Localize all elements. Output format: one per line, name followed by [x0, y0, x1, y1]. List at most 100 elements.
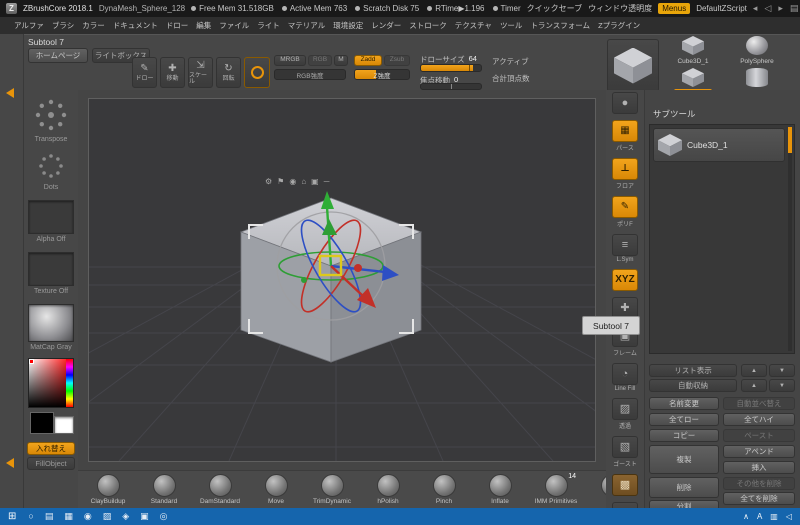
- menu-item[interactable]: Zプラグイン: [598, 20, 640, 31]
- network-icon[interactable]: ▥: [770, 512, 778, 521]
- auto-collapse-up-button[interactable]: ▲: [741, 379, 767, 392]
- menu-item[interactable]: カラー: [82, 20, 105, 31]
- focal-shift-slider[interactable]: [420, 83, 482, 90]
- brush-item[interactable]: hPolish: [360, 474, 416, 505]
- menu-item[interactable]: 編集: [196, 20, 211, 31]
- m-button[interactable]: M: [334, 55, 348, 66]
- menu-item[interactable]: ドロー: [166, 20, 189, 31]
- local-sym-button[interactable]: ≡: [612, 234, 638, 256]
- transparency-button[interactable]: ▨: [612, 398, 638, 420]
- switch-color-button[interactable]: 入れ替え: [27, 442, 75, 455]
- scale-mode-button[interactable]: ⇲ スケール: [188, 57, 213, 88]
- ghost-button[interactable]: ▧: [612, 436, 638, 458]
- brush-item[interactable]: DamStandard: [192, 474, 248, 505]
- media-next-icon[interactable]: ▸: [778, 3, 783, 14]
- panel-icon[interactable]: ▤: [790, 3, 799, 14]
- fill-mode-button[interactable]: ▩: [612, 474, 638, 496]
- menu-item[interactable]: ブラシ: [52, 20, 74, 31]
- brush-item[interactable]: Standard: [136, 474, 192, 505]
- menu-item[interactable]: ファイル: [219, 20, 249, 31]
- texture-selector[interactable]: [28, 252, 74, 286]
- move-mode-button[interactable]: ✚ 移動: [160, 57, 185, 88]
- draw-size-slider[interactable]: [420, 64, 482, 72]
- menu-item[interactable]: マテリアル: [288, 20, 325, 31]
- delete-other-button[interactable]: その他を削除: [723, 477, 795, 490]
- homepage-button[interactable]: ホームページ: [28, 48, 88, 63]
- menu-item[interactable]: ライト: [257, 20, 280, 31]
- bpr-button[interactable]: ●: [612, 92, 638, 114]
- auto-collapse-down-button[interactable]: ▼: [769, 379, 795, 392]
- menu-item[interactable]: ドキュメント: [113, 20, 158, 31]
- sculptris-pro-toggle[interactable]: [244, 57, 270, 88]
- window-opacity-button[interactable]: ウィンドウ透明度: [588, 3, 652, 14]
- append-button[interactable]: アペンド: [723, 445, 795, 458]
- rgb-button[interactable]: RGB: [308, 55, 332, 66]
- subtool-scrollbar[interactable]: [788, 127, 792, 351]
- lock-icon[interactable]: ▣: [311, 177, 319, 186]
- auto-reorder-button[interactable]: 自動並べ替え: [723, 397, 795, 410]
- tool-thumbnail[interactable]: Cube3D_1: [662, 34, 724, 66]
- insert-button[interactable]: 挿入: [723, 461, 795, 474]
- volume-icon[interactable]: ◁: [786, 512, 792, 521]
- tray-collapse-top-arrow[interactable]: [6, 88, 14, 98]
- transpose-icon[interactable]: [34, 98, 68, 132]
- rgb-intensity-slider[interactable]: RGB強度: [274, 69, 346, 80]
- pin-icon[interactable]: ⚑: [277, 177, 284, 186]
- alpha-selector[interactable]: [28, 200, 74, 234]
- rotate-mode-button[interactable]: ↻ 回転: [216, 57, 241, 88]
- brush-item[interactable]: Fill: [584, 474, 606, 505]
- app-icon[interactable]: ▣: [140, 511, 149, 522]
- target-icon[interactable]: ◉: [289, 177, 296, 186]
- search-icon[interactable]: ○: [28, 511, 33, 522]
- fill-object-button[interactable]: FillObject: [27, 457, 75, 470]
- subtool-scrollbar-thumb[interactable]: [788, 127, 792, 153]
- menu-item[interactable]: ツール: [500, 20, 523, 31]
- zsub-button[interactable]: Zsub: [384, 55, 410, 66]
- menu-item[interactable]: アルファ: [14, 20, 44, 31]
- zadd-button[interactable]: Zadd: [354, 55, 382, 66]
- copy-subtool-button[interactable]: コピー: [649, 429, 719, 442]
- delete-button[interactable]: 削除: [649, 477, 719, 498]
- subtool-up-button[interactable]: ▲: [741, 364, 767, 377]
- menu-item[interactable]: テクスチャ: [455, 20, 492, 31]
- delete-all-button[interactable]: 全てを削除: [723, 492, 795, 505]
- hue-strip[interactable]: [66, 359, 73, 407]
- store-icon[interactable]: ◈: [122, 511, 129, 522]
- menu-item[interactable]: レンダー: [371, 20, 401, 31]
- mrgb-button[interactable]: MRGB: [274, 55, 306, 66]
- polyframe-button[interactable]: ✎: [612, 196, 638, 218]
- media-prev-icon[interactable]: ◂: [753, 3, 758, 14]
- speaker-icon[interactable]: ◁: [764, 3, 771, 14]
- all-high-button[interactable]: 全てハイ: [723, 413, 795, 426]
- folder-icon[interactable]: ▦: [64, 511, 73, 522]
- brush-item[interactable]: Inflate: [472, 474, 528, 505]
- zbrush-taskbar-icon[interactable]: ◎: [160, 511, 168, 522]
- rename-button[interactable]: 名前変更: [649, 397, 719, 410]
- task-view-icon[interactable]: ▤: [45, 511, 54, 522]
- gear-icon[interactable]: ⚙: [265, 177, 272, 186]
- main-color-swatch[interactable]: [30, 412, 54, 434]
- subtool-header[interactable]: サブツール: [653, 108, 696, 120]
- duplicate-button[interactable]: 複製: [649, 445, 719, 474]
- quicksave-button[interactable]: クイックセーブ: [527, 3, 583, 14]
- draw-mode-button[interactable]: ✎ ドロー: [132, 57, 157, 88]
- auto-collapse-button[interactable]: 自動収納: [649, 379, 737, 392]
- start-button[interactable]: ⊞: [8, 511, 16, 522]
- current-tool-button[interactable]: [607, 39, 659, 92]
- all-low-button[interactable]: 全てロー: [649, 413, 719, 426]
- tray-collapse-bottom-arrow[interactable]: [6, 458, 14, 468]
- subtool-list-item[interactable]: Cube3D_1: [653, 128, 785, 162]
- ime-mode-icon[interactable]: A: [757, 512, 762, 521]
- brush-item[interactable]: ClayBuildup: [80, 474, 136, 505]
- subtool-down-button[interactable]: ▼: [769, 364, 795, 377]
- z-intensity-slider[interactable]: Z強度: [354, 69, 410, 80]
- home-icon[interactable]: ⌂: [301, 177, 306, 186]
- list-view-button[interactable]: リスト表示: [649, 364, 737, 377]
- menu-item[interactable]: トランスフォーム: [530, 20, 590, 31]
- sculpt-viewport[interactable]: [89, 99, 595, 461]
- paste-subtool-button[interactable]: ペースト: [723, 429, 795, 442]
- tray-expand-icon[interactable]: ∧: [743, 512, 749, 521]
- brush-item[interactable]: Move: [248, 474, 304, 505]
- menu-item[interactable]: ストローク: [409, 20, 447, 31]
- brush-item[interactable]: TrimDynamic: [304, 474, 360, 505]
